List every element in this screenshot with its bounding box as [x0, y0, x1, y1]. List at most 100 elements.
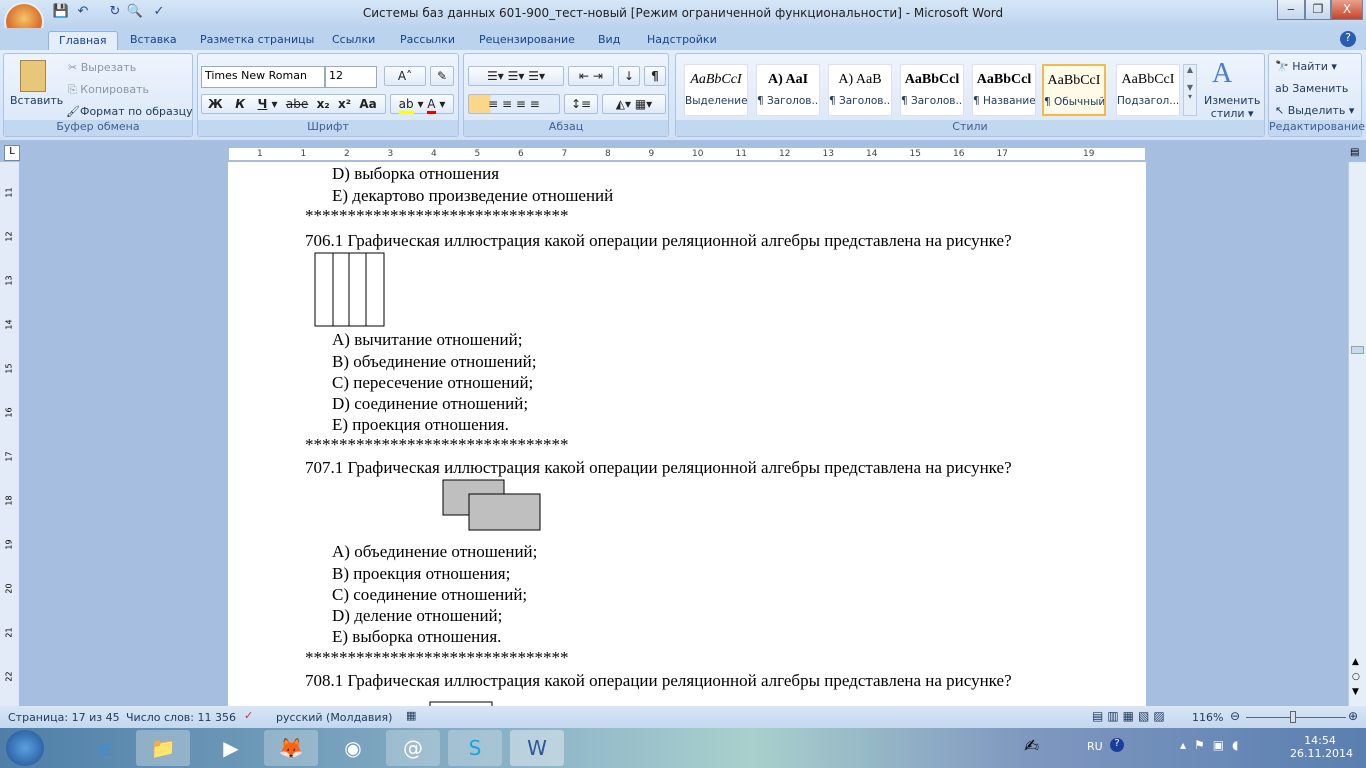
- tab-mailings[interactable]: Рассылки: [390, 31, 465, 50]
- show-marks-button[interactable]: ¶: [644, 66, 666, 86]
- copy-button[interactable]: ⎘ Копировать: [68, 83, 149, 97]
- shading-border-buttons[interactable]: ◭▾ ▦▾: [602, 94, 666, 114]
- language-indicator[interactable]: RU: [1087, 740, 1103, 753]
- time: 14:54: [1304, 734, 1336, 747]
- align-buttons[interactable]: ≡ ≡ ≡ ≡: [468, 94, 560, 114]
- minimize-button[interactable]: ‒: [1277, 0, 1305, 20]
- subscript-button[interactable]: x₂: [317, 97, 330, 111]
- bold-button[interactable]: Ж: [208, 97, 223, 111]
- explorer-icon[interactable]: 📁: [136, 730, 190, 766]
- ruler-tick: 14: [4, 319, 14, 330]
- help-icon[interactable]: ?: [1340, 31, 1356, 47]
- strikethrough-button[interactable]: abe: [286, 97, 308, 111]
- clipboard-label: Буфер обмена: [4, 120, 192, 136]
- style-normal[interactable]: AaBbCcI ¶ Обычный: [1042, 64, 1106, 116]
- language-status[interactable]: русский (Молдавия): [276, 711, 392, 724]
- style-heading3[interactable]: AaBbCcl ¶ Заголов...: [900, 64, 964, 116]
- sort-button[interactable]: ↓: [618, 66, 640, 86]
- superscript-button[interactable]: x²: [338, 97, 351, 111]
- tab-references[interactable]: Ссылки: [322, 31, 385, 50]
- font-name-select[interactable]: Times New Roman: [201, 66, 325, 88]
- style-heading1[interactable]: A) AaI ¶ Заголов...: [756, 64, 820, 116]
- internet-explorer-icon[interactable]: e: [78, 730, 132, 766]
- separator: *******************************: [305, 435, 569, 454]
- spelling-icon[interactable]: ✓: [150, 4, 168, 22]
- answer-option: A) вычитание отношений;: [332, 330, 523, 349]
- prev-page-icon[interactable]: ▲: [1352, 657, 1359, 667]
- restore-button[interactable]: ❐: [1305, 0, 1331, 20]
- print-preview-icon[interactable]: 🔍: [126, 4, 144, 22]
- scroll-thumb[interactable]: [1351, 346, 1364, 354]
- mail-agent-icon[interactable]: @: [386, 730, 440, 766]
- clear-format-button[interactable]: ✎: [430, 66, 454, 86]
- tab-selector[interactable]: L: [4, 145, 20, 161]
- styles-scroll[interactable]: ▲ ▼ ▾: [1183, 64, 1197, 116]
- zoom-in-icon[interactable]: ⊕: [1348, 709, 1358, 723]
- document-page[interactable]: D) выборка отношения E) декартово произве…: [228, 162, 1146, 706]
- word-count[interactable]: Число слов: 11 356: [126, 711, 236, 724]
- save-icon[interactable]: 💾: [52, 4, 70, 22]
- chrome-icon[interactable]: ◉: [326, 730, 380, 766]
- pen-input-icon[interactable]: ✍: [1024, 736, 1039, 757]
- language-help-icon[interactable]: ?: [1110, 738, 1124, 752]
- view-buttons[interactable]: ▤▥▦▧▨: [1092, 709, 1169, 723]
- undo-icon[interactable]: ↶: [74, 4, 92, 22]
- clock[interactable]: 14:54 26.11.2014: [1290, 734, 1353, 760]
- redo-icon[interactable]: ↻: [106, 4, 124, 22]
- zoom-track: [1246, 717, 1346, 718]
- page-count[interactable]: Страница: 17 из 45: [8, 711, 120, 724]
- grow-font-button[interactable]: A˄: [384, 66, 426, 86]
- change-styles-icon: A: [1212, 58, 1233, 89]
- tab-addins[interactable]: Надстройки: [637, 31, 727, 50]
- line-spacing-button[interactable]: ↕≡: [564, 94, 598, 114]
- next-page-icon[interactable]: ▼: [1352, 687, 1359, 697]
- zoom-thumb[interactable]: [1290, 711, 1296, 723]
- ruler-tick: 18: [4, 495, 14, 506]
- find-button[interactable]: 🔭 Найти ▾: [1275, 60, 1337, 73]
- media-player-icon[interactable]: ▶: [204, 730, 258, 766]
- style-emphasis[interactable]: AaBbCcI Выделение: [684, 64, 748, 116]
- style-subtitle[interactable]: AaBbCcI Подзагол...: [1116, 64, 1180, 116]
- skype-icon[interactable]: S: [448, 730, 502, 766]
- separator: *******************************: [305, 648, 569, 667]
- highlight-color-buttons[interactable]: ab ▾ A ▾: [390, 94, 454, 114]
- horizontal-ruler[interactable]: 1 1 2 3 4 5 6 7 8 9 10 11 12 13 14 15 16 17 19: [228, 147, 1146, 161]
- list-buttons[interactable]: ☰▾ ☰▾ ☰▾: [468, 66, 564, 86]
- vertical-scrollbar[interactable]: ▲ ○ ▼: [1348, 162, 1366, 706]
- macro-icon[interactable]: ▦: [406, 709, 416, 722]
- select-button[interactable]: ↖ Выделить ▾: [1275, 104, 1354, 117]
- close-button[interactable]: X: [1331, 0, 1363, 20]
- tab-home[interactable]: Главная: [48, 31, 118, 50]
- format-painter-button[interactable]: 🖌Формат по образцу: [66, 105, 193, 118]
- vertical-ruler[interactable]: 11 12 13 14 15 16 17 18 19 20 21 22: [0, 162, 20, 706]
- proofing-icon[interactable]: ✓: [244, 709, 253, 722]
- style-title[interactable]: AaBbCcl ¶ Название: [972, 64, 1036, 116]
- tab-review[interactable]: Рецензирование: [469, 31, 585, 50]
- browse-object-icon[interactable]: ○: [1352, 672, 1360, 682]
- underline-button[interactable]: Ч: [258, 97, 268, 111]
- word-icon[interactable]: W: [510, 730, 564, 766]
- ribbon-tabs: Главная Вставка Разметка страницы Ссылки…: [0, 28, 1366, 50]
- indent-buttons[interactable]: ⇤ ⇥: [568, 66, 614, 86]
- tray-icons[interactable]: ▴⚑▣◖: [1180, 738, 1246, 752]
- style-heading2[interactable]: A) AaB ¶ Заголов...: [828, 64, 892, 116]
- start-button[interactable]: [6, 730, 44, 766]
- zoom-out-icon[interactable]: ⊖: [1230, 709, 1240, 723]
- change-styles-label: Изменить: [1204, 94, 1261, 107]
- ruler-tick: 10: [692, 149, 704, 159]
- firefox-icon[interactable]: 🦊: [264, 730, 318, 766]
- zoom-level[interactable]: 116%: [1192, 711, 1223, 724]
- cut-button[interactable]: ✂ Вырезать: [68, 61, 136, 74]
- italic-button[interactable]: К: [235, 97, 245, 111]
- tab-page-layout[interactable]: Разметка страницы: [190, 31, 324, 50]
- tab-insert[interactable]: Вставка: [120, 31, 187, 50]
- font-size-select[interactable]: 12: [325, 66, 377, 88]
- paste-button[interactable]: Вставить: [10, 94, 63, 107]
- change-case-button[interactable]: Aa: [359, 97, 376, 111]
- replace-button[interactable]: ab Заменить: [1275, 82, 1348, 95]
- paragraph-group: ☰▾ ☰▾ ☰▾ ⇤ ⇥ ↓ ¶ ≡ ≡ ≡ ≡ ↕≡ ◭▾ ▦▾ Абзац: [463, 53, 669, 137]
- zoom-slider[interactable]: ⊖ ⊕: [1230, 709, 1360, 725]
- change-styles-button[interactable]: Изменить стили ▾: [1204, 94, 1260, 120]
- tab-view[interactable]: Вид: [588, 31, 630, 50]
- view-ruler-icon[interactable]: ▤: [1350, 147, 1364, 161]
